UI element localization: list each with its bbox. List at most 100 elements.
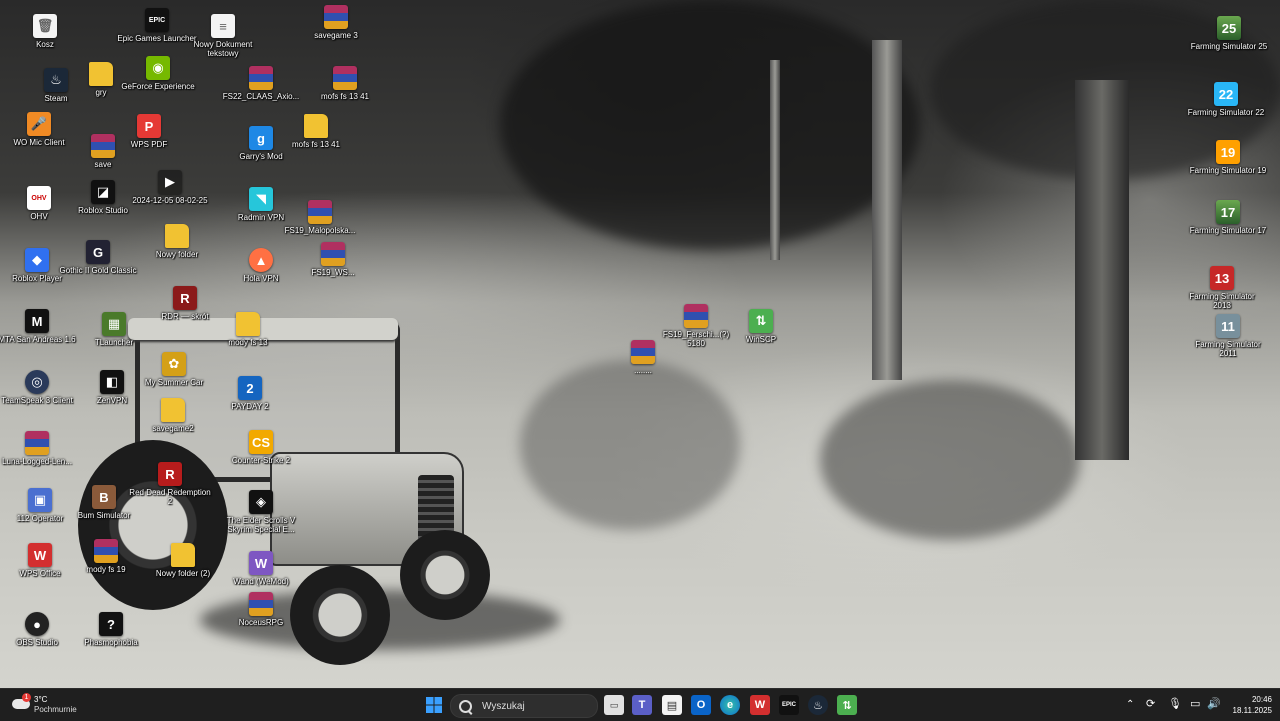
winrar-archive-icon [684,304,708,328]
wallpaper-bush [820,380,1080,540]
folder-icon [171,543,195,567]
desktop-icon-nowy-dokument[interactable]: ≡ Nowy Dokument tekstowy [181,14,265,58]
weather-widget[interactable]: 1 3°C Pochmurnie [10,693,100,717]
taskbar-outlook[interactable]: O [691,695,711,715]
wallpaper-foliage [500,0,920,250]
taskbar-epic-games[interactable]: EPIC [779,695,799,715]
taskbar: 1 3°C Pochmurnie Wyszukaj ▭ T ▤ O e W EP… [0,688,1280,721]
wallpaper-tree-trunk [872,40,902,380]
radmin-vpn-icon: ◥ [249,187,273,211]
folder-icon [89,62,113,86]
desktop-icon-winscp[interactable]: ⇅ WinSCP [719,309,803,344]
desktop-icon-fs25[interactable]: 25 Farming Simulator 25 [1187,16,1271,51]
tray-overflow-chevron[interactable]: ⌃ [1126,699,1134,710]
taskbar-microsoft-store[interactable]: ▤ [662,695,682,715]
taskbar-edge[interactable]: e [720,695,740,715]
desktop-icon-savegame3[interactable]: savegame 3 [294,5,378,40]
start-button[interactable] [424,695,444,715]
desktop-icon-gothic[interactable]: G Gothic II Gold Classic [56,240,140,275]
desktop-icon-teamspeak[interactable]: ◎ TeamSpeak 3 Client [0,370,79,405]
desktop-icon-fs19-malopolska[interactable]: FS19_Malopolska... [278,200,362,235]
winrar-archive-icon [631,340,655,364]
farming-simulator-icon: 19 [1216,140,1240,164]
text-document-icon: ≡ [211,14,235,38]
desktop-icon-fs2011[interactable]: 11 Farming Simulator 2011 [1186,314,1270,358]
desktop-icon-counter-strike[interactable]: CS Counter-Strike 2 [219,430,303,465]
desktop-icon-obs[interactable]: ● OBS Studio [0,612,79,647]
speaker-icon: 🔊 [1207,698,1221,710]
folder-icon [236,312,260,336]
roblox-studio-icon: ◪ [91,180,115,204]
wps-office-icon: W [754,699,766,711]
task-view-icon: ▭ [609,699,619,710]
folder-icon [304,114,328,138]
desktop-icon-geforce[interactable]: ◉ GeForce Experience [116,56,200,91]
desktop-icon-wps-pdf[interactable]: P WPS PDF [107,114,191,149]
chevron-up-icon: ⌃ [1126,699,1135,710]
monitor-icon: ▭ [1190,698,1201,710]
desktop-icon-mta[interactable]: M MTA San Andreas 1.6 [0,309,79,344]
rdr-icon: R [173,286,197,310]
counter-strike-icon: CS [249,430,273,454]
tray-display[interactable]: ▭ [1190,697,1200,710]
desktop-icon-nowy-folder-2[interactable]: Nowy folder (2) [141,543,225,578]
farming-simulator-icon: 13 [1210,266,1234,290]
winrar-archive-icon [324,5,348,29]
wallpaper-tree-trunk [1075,80,1129,460]
winrar-archive-icon [249,66,273,90]
taskbar-teams[interactable]: T [632,695,652,715]
desktop-icon-fs19-ws[interactable]: FS19_WS... [291,242,375,277]
tray-volume[interactable]: 🔊 [1207,697,1221,710]
video-file-icon: ▶ [158,170,182,194]
desktop-icon-fs22[interactable]: 22 Farming Simulator 22 [1184,82,1268,117]
tray-microphone[interactable]: 🎙 [1168,697,1182,710]
desktop-icon-mody-fs13[interactable]: mody fs 13 [206,312,290,347]
clock[interactable]: 20:46 18.11.2025 [1222,693,1274,717]
desktop-icon-rdr2[interactable]: R Red Dead Redemption 2 [128,462,212,506]
desktop-icon-nowy-folder[interactable]: Nowy folder [135,224,219,259]
desktop-icon-fs19[interactable]: 19 Farming Simulator 19 [1186,140,1270,175]
desktop-icon-savegame2[interactable]: savegame2 [131,398,215,433]
desktop-icon-payday2[interactable]: 2 PAYDAY 2 [208,376,292,411]
folder-icon [165,224,189,248]
wallpaper-tractor-front-wheel [290,565,390,665]
desktop-icon-fs2013[interactable]: 13 Farming Simulator 2013 [1180,266,1264,310]
clock-time: 20:46 [1251,695,1272,704]
desktop-icon-recording-file[interactable]: ▶ 2024-12-05 08-02-25 [128,170,212,205]
weather-badge: 1 [22,693,31,702]
desktop-icon-phasmophobia[interactable]: ? Phasmophobia [69,612,153,647]
desktop-icon-my-summer-car[interactable]: ✿ My Summer Car [132,352,216,387]
gothic-icon: G [86,240,110,264]
tray-network-sync[interactable]: ⟳ [1146,697,1155,710]
desktop-icon-elder-scrolls[interactable]: ◈ The Elder Scrolls V Skyrim Special E..… [219,490,303,534]
desktop-icon-fs17[interactable]: 17 Farming Simulator 17 [1186,200,1270,235]
desktop-icon-fs22-claas[interactable]: FS22_CLAAS_Axio... [219,66,303,101]
search-placeholder: Wyszukaj [482,700,525,712]
mta-icon: M [25,309,49,333]
skyrim-icon: ◈ [249,490,273,514]
desktop-icon-mody-fs19[interactable]: mody fs 19 [64,539,148,574]
desktop-icon-luna[interactable]: Luna-Logged-Len... [0,431,79,466]
epic-games-icon: EPIC [145,8,169,32]
desktop-icon-mofs-folder[interactable]: mofs fs 13 41 [274,114,358,149]
desktop-icon-unnamed-archive[interactable]: ........ [601,340,685,375]
taskbar-file-manager[interactable]: ⇅ [837,695,857,715]
desktop-icon-wand[interactable]: W Wand (WeMod) [219,551,303,586]
desktop-icon-recycle-bin[interactable]: 🗑 Kosz [3,14,87,49]
taskbar-wps-office[interactable]: W [750,695,770,715]
winrar-archive-icon [333,66,357,90]
my-summer-car-icon: ✿ [162,352,186,376]
desktop-icon-mofs-rar[interactable]: mofs fs 13 41 [303,66,387,101]
winrar-archive-icon [321,242,345,266]
winrar-archive-icon [308,200,332,224]
task-view-button[interactable]: ▭ [604,695,624,715]
clock-date: 18.11.2025 [1232,706,1272,715]
taskbar-search[interactable]: Wyszukaj [450,694,598,718]
farming-simulator-icon: 11 [1216,314,1240,338]
desktop-icon-noceus[interactable]: NoceusRPG [219,592,303,627]
wand-icon: W [249,551,273,575]
edge-icon: e [726,699,734,711]
taskbar-steam[interactable]: ♨ [808,695,828,715]
winrar-archive-icon [94,539,118,563]
wallpaper-tractor-front-wheel [400,530,490,620]
